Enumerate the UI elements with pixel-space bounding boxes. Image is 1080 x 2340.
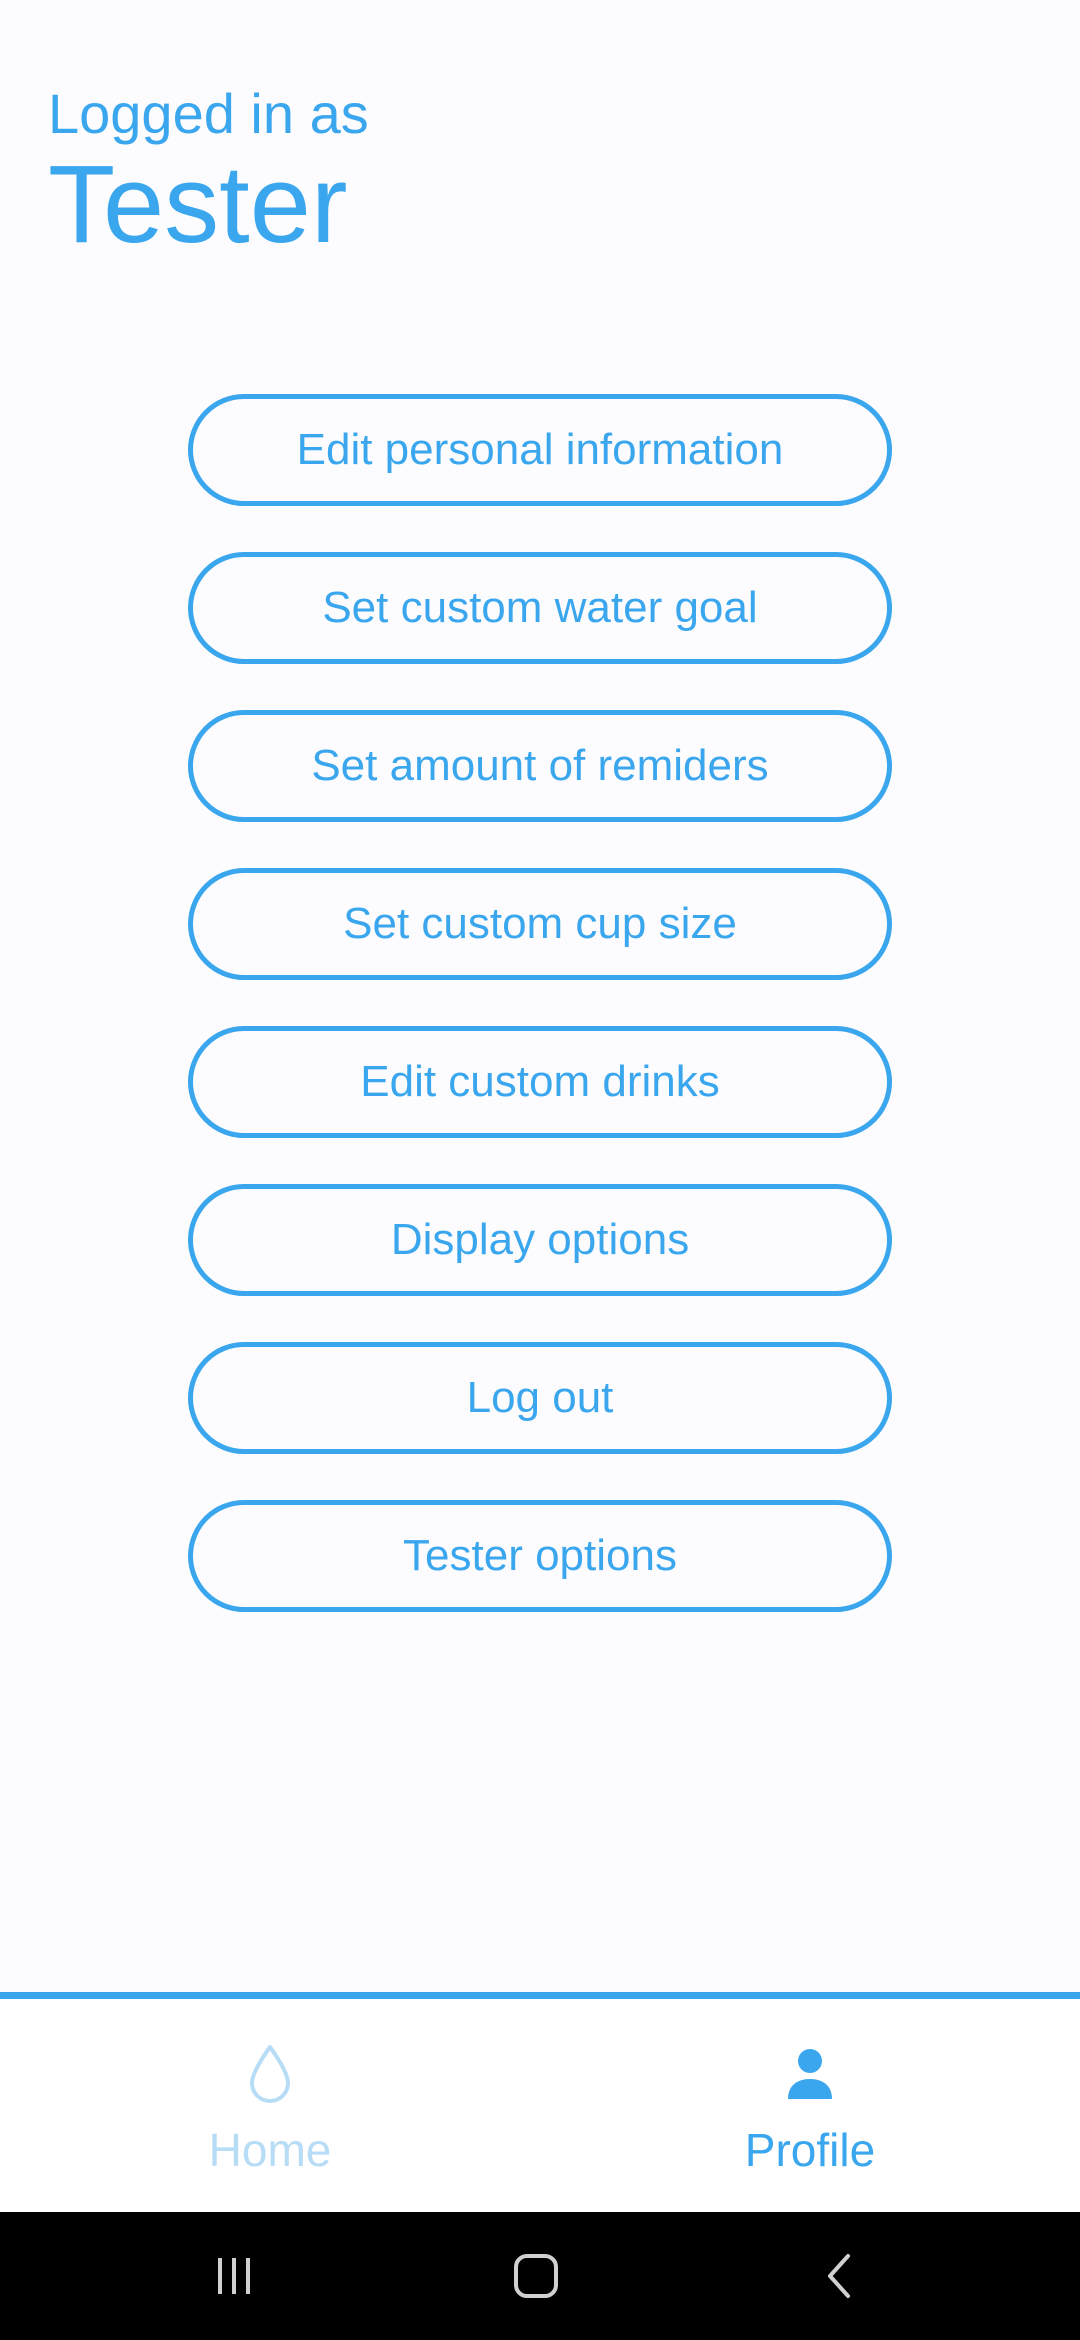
edit-personal-information-button[interactable]: Edit personal information [188, 394, 892, 506]
nav-label-profile: Profile [744, 2124, 876, 2176]
nav-tab-home[interactable]: Home [0, 1999, 540, 2212]
back-icon[interactable] [810, 2246, 870, 2306]
set-custom-cup-size-button[interactable]: Set custom cup size [188, 868, 892, 980]
logged-in-label: Logged in as [48, 82, 369, 145]
set-amount-of-reminders-button[interactable]: Set amount of remiders [188, 710, 892, 822]
recent-apps-icon[interactable] [204, 2246, 264, 2306]
username-title: Tester [48, 143, 348, 267]
display-options-button[interactable]: Display options [188, 1184, 892, 1296]
profile-menu: Edit personal information Set custom wat… [188, 394, 892, 1658]
log-out-button[interactable]: Log out [188, 1342, 892, 1454]
set-custom-water-goal-button[interactable]: Set custom water goal [188, 552, 892, 664]
tester-options-button[interactable]: Tester options [188, 1500, 892, 1612]
profile-header: Logged in as Tester [48, 80, 369, 263]
nav-tab-profile[interactable]: Profile [540, 1999, 1080, 2212]
edit-custom-drinks-button[interactable]: Edit custom drinks [188, 1026, 892, 1138]
person-icon [788, 2049, 832, 2099]
bottom-navigation: Home Profile [0, 1992, 1080, 2212]
water-drop-icon [250, 2045, 290, 2103]
nav-label-home: Home [208, 2124, 332, 2176]
home-icon[interactable] [506, 2246, 566, 2306]
system-navigation-bar [0, 2212, 1080, 2340]
